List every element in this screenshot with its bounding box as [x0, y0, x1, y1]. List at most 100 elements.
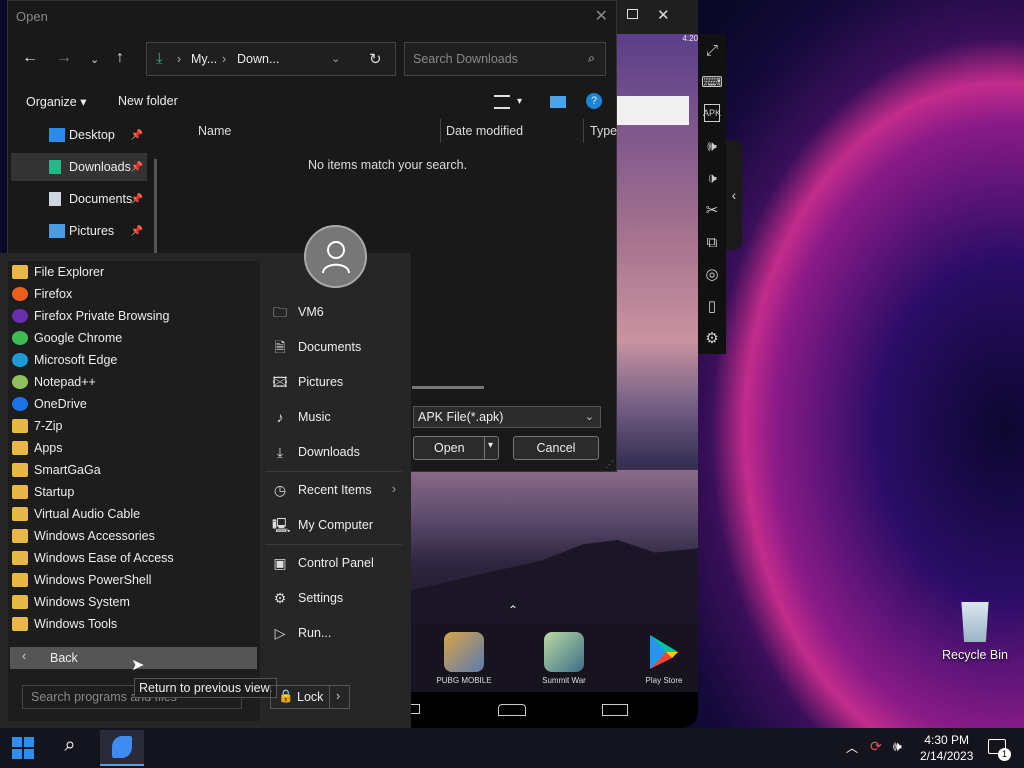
preview-pane-icon[interactable]	[550, 96, 566, 108]
organize-button[interactable]: Organize ▾	[26, 94, 86, 109]
place-documents[interactable]: 🗎 Documents	[266, 332, 402, 362]
program-item[interactable]: Windows System	[10, 591, 258, 613]
scissors-icon[interactable]: ✂	[702, 200, 722, 220]
keyboard-icon[interactable]: ⌨	[701, 72, 723, 92]
place-run[interactable]: ▷ Run...	[266, 618, 402, 648]
volume-icon[interactable]: 🕪	[893, 738, 902, 755]
home-nav-icon[interactable]	[498, 704, 526, 716]
apk-install-icon[interactable]: APK	[703, 104, 721, 122]
nav-item-downloads[interactable]: Downloads 📌	[11, 153, 147, 181]
up-arrow-icon[interactable]: ↑	[116, 49, 124, 67]
close-icon[interactable]: ✕	[595, 6, 608, 26]
chevron-up-icon[interactable]: ︿	[846, 739, 858, 756]
nav-scrollbar[interactable]	[154, 159, 157, 255]
search-input[interactable]: Search Downloads ⌕	[404, 42, 606, 76]
clock[interactable]: 4:30 PM 2/14/2023	[920, 732, 973, 764]
view-options-icon[interactable]	[494, 95, 510, 109]
column-separator[interactable]	[583, 119, 584, 143]
program-item[interactable]: Virtual Audio Cable	[10, 503, 258, 525]
back-nav-icon[interactable]	[411, 704, 420, 714]
column-type[interactable]: Type	[590, 124, 617, 138]
music-icon: ♪	[276, 409, 284, 425]
taskbar-app-smartgaga[interactable]	[100, 730, 144, 766]
file-type-select[interactable]: APK File(*.apk) ⌄	[413, 406, 601, 428]
gear-icon[interactable]: ⚙	[702, 328, 722, 348]
column-separator[interactable]	[440, 119, 441, 143]
recent-locations-icon[interactable]: ⌄	[90, 53, 99, 66]
program-item[interactable]: Startup	[10, 481, 258, 503]
app-play-store[interactable]: Play Store	[634, 632, 694, 685]
search-icon[interactable]: ⌕	[52, 734, 88, 762]
shake-icon[interactable]: ▯	[702, 296, 722, 316]
pin-icon[interactable]: 📌	[131, 162, 143, 173]
program-item[interactable]: Firefox	[10, 283, 258, 305]
volume-up-icon[interactable]: 🕪	[702, 136, 722, 156]
program-item[interactable]: Google Chrome	[10, 327, 258, 349]
help-icon[interactable]: ?	[586, 93, 602, 109]
pin-icon[interactable]: 📌	[131, 194, 143, 205]
multi-instance-icon[interactable]: ⧉	[702, 232, 722, 252]
h-scrollbar[interactable]	[412, 386, 484, 389]
address-bar[interactable]: ⤓ › My... › Down... ⌄ ↻	[146, 42, 396, 76]
cancel-button[interactable]: Cancel	[513, 436, 599, 460]
place-downloads[interactable]: ⤓ Downloads	[266, 437, 402, 467]
chevron-down-icon[interactable]: ⌄	[331, 52, 340, 65]
location-icon[interactable]: ◎	[702, 264, 722, 284]
resize-grip-icon[interactable]: ⋰	[605, 459, 614, 470]
app-pubg-mobile[interactable]: PUBG MOBILE	[434, 632, 494, 685]
program-item[interactable]: Microsoft Edge	[10, 349, 258, 371]
program-item[interactable]: File Explorer	[10, 261, 258, 283]
pin-icon[interactable]: 📌	[131, 130, 143, 141]
program-item[interactable]: Apps	[10, 437, 258, 459]
nav-item-documents[interactable]: Documents 📌	[11, 185, 147, 213]
place-settings[interactable]: ⚙ Settings	[266, 583, 402, 613]
place-my-computer[interactable]: 🖳 My Computer	[266, 510, 402, 540]
program-item[interactable]: Notepad++	[10, 371, 258, 393]
fullscreen-icon[interactable]: ⤢	[702, 40, 722, 60]
program-item[interactable]: Windows Tools	[10, 613, 258, 635]
chevron-down-icon[interactable]: ▾	[517, 96, 522, 107]
android-search-bar[interactable]	[617, 96, 689, 125]
recycle-bin[interactable]: Recycle Bin	[940, 602, 1010, 662]
app-drawer-chevron-icon[interactable]: ⌃	[508, 603, 518, 617]
open-dropdown-icon[interactable]: ▾	[484, 437, 493, 459]
android-status-bar: 4:20	[640, 34, 698, 48]
network-warning-icon[interactable]: ⟳	[870, 738, 882, 755]
breadcrumb-segment[interactable]: My...	[191, 52, 217, 66]
nav-item-pictures[interactable]: Pictures 📌	[11, 217, 147, 245]
notepad-icon	[12, 375, 28, 389]
program-item[interactable]: 7-Zip	[10, 415, 258, 437]
open-button[interactable]: Open ▾	[413, 436, 499, 460]
program-item[interactable]: Windows Ease of Access	[10, 547, 258, 569]
nav-item-desktop[interactable]: Desktop 📌	[11, 121, 147, 149]
place-recent-items[interactable]: ◷ Recent Items ›	[266, 475, 402, 505]
program-item[interactable]: SmartGaGa	[10, 459, 258, 481]
program-item[interactable]: OneDrive	[10, 393, 258, 415]
start-button[interactable]	[0, 728, 46, 768]
refresh-icon[interactable]: ↻	[369, 50, 382, 68]
program-item[interactable]: Windows PowerShell	[10, 569, 258, 591]
program-item[interactable]: Firefox Private Browsing	[10, 305, 258, 327]
new-folder-button[interactable]: New folder	[118, 94, 178, 108]
place-music[interactable]: ♪ Music	[266, 402, 402, 432]
place-pictures[interactable]: 🖾 Pictures	[266, 367, 402, 397]
column-name[interactable]: Name	[198, 124, 231, 138]
sidebar-collapse-button[interactable]: ‹	[726, 140, 742, 250]
lock-button[interactable]: 🔒 Lock ›	[270, 685, 350, 709]
back-arrow-icon[interactable]: ←	[22, 49, 38, 67]
pin-icon[interactable]: 📌	[131, 226, 143, 237]
forward-arrow-icon[interactable]: →	[56, 49, 72, 67]
breadcrumb-segment[interactable]: Down...	[237, 52, 279, 66]
app-summit-war[interactable]: Summit War	[534, 632, 594, 685]
user-avatar[interactable]	[304, 225, 367, 288]
folder-icon	[12, 617, 28, 631]
program-item[interactable]: Windows Accessories	[10, 525, 258, 547]
column-date-modified[interactable]: Date modified	[446, 124, 523, 138]
recents-nav-icon[interactable]	[602, 704, 628, 716]
maximize-icon[interactable]	[627, 9, 638, 19]
place-control-panel[interactable]: ▣ Control Panel	[266, 548, 402, 578]
close-icon[interactable]: ✕	[657, 6, 670, 24]
volume-down-icon[interactable]: 🕩	[702, 168, 722, 188]
place-vm6[interactable]: 🗀 VM6	[266, 297, 402, 327]
chevron-right-icon[interactable]: ›	[329, 686, 340, 708]
